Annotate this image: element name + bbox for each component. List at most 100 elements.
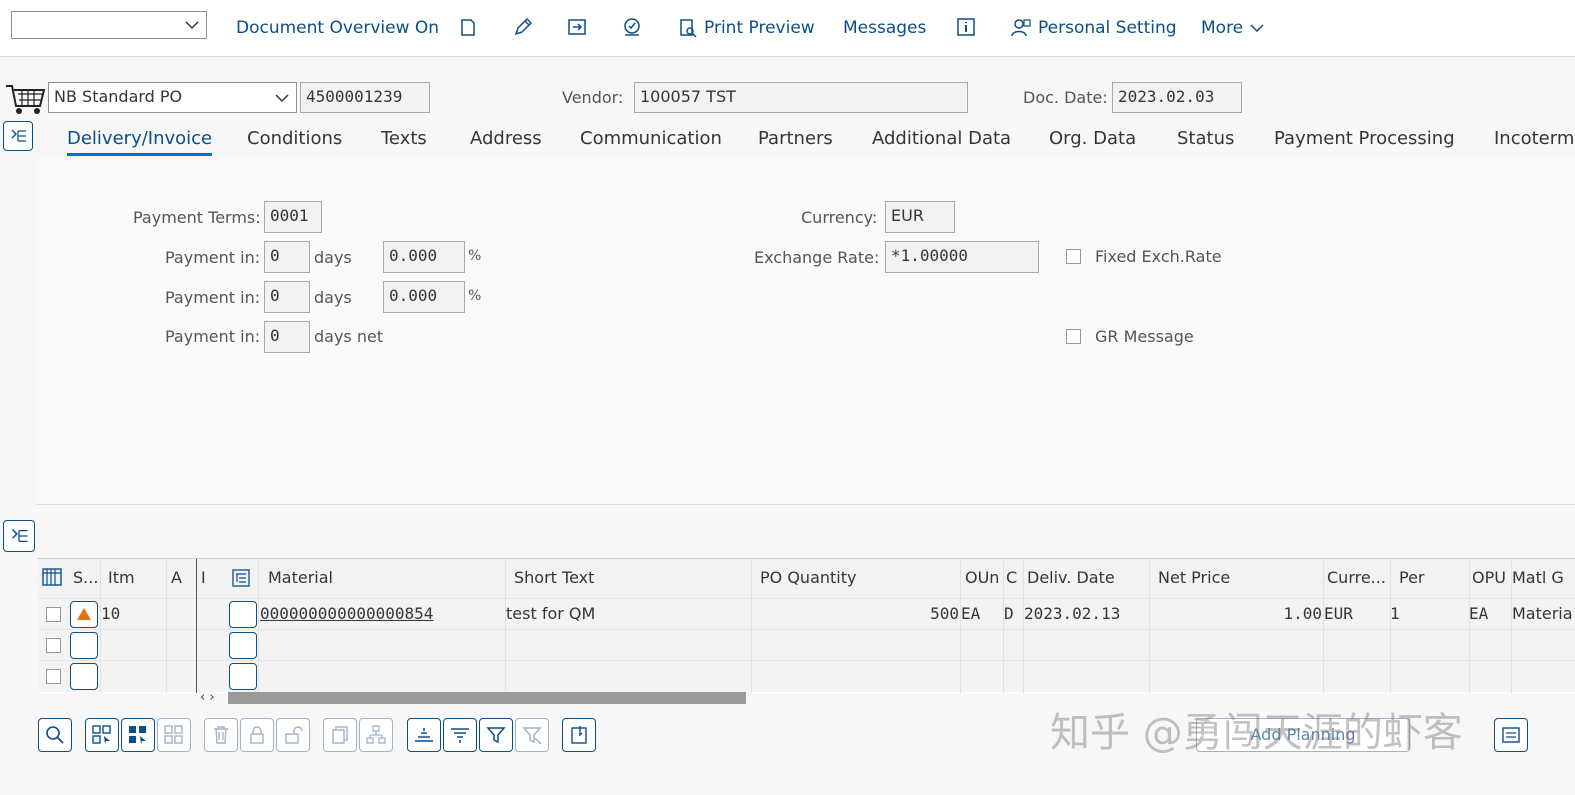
tree-icon[interactable] bbox=[232, 569, 250, 587]
row-select-checkbox[interactable] bbox=[46, 669, 61, 684]
cell-material[interactable]: 000000000000000854 bbox=[260, 599, 510, 629]
tab-status[interactable]: Status bbox=[1177, 128, 1234, 149]
new-document-icon[interactable] bbox=[457, 16, 479, 38]
cell-per[interactable]: 1 bbox=[1390, 599, 1450, 629]
doc-date-field[interactable]: 2023.02.03 bbox=[1112, 82, 1242, 113]
cell-item-category[interactable] bbox=[201, 599, 221, 629]
cell-po-quantity[interactable]: 500 bbox=[752, 599, 959, 629]
check-icon[interactable] bbox=[621, 16, 643, 38]
row-status-button[interactable] bbox=[70, 601, 98, 628]
tab-delivery-invoice[interactable]: Delivery/Invoice bbox=[67, 128, 213, 156]
col-currency[interactable]: Curre... bbox=[1327, 559, 1387, 597]
col-account[interactable]: A bbox=[171, 559, 191, 597]
tab-communication[interactable]: Communication bbox=[580, 128, 722, 149]
cell-item[interactable]: 10 bbox=[101, 599, 161, 629]
row-detail-button[interactable] bbox=[229, 601, 257, 628]
select-block-button[interactable] bbox=[85, 718, 119, 752]
col-per[interactable]: Per bbox=[1399, 559, 1459, 597]
cell-opu[interactable]: EA bbox=[1469, 599, 1509, 629]
transaction-dropdown[interactable] bbox=[11, 11, 207, 39]
col-deliv-date[interactable]: Deliv. Date bbox=[1027, 559, 1147, 597]
col-status[interactable]: S... bbox=[73, 559, 101, 597]
other-document-icon[interactable] bbox=[566, 16, 588, 38]
col-short-text[interactable]: Short Text bbox=[514, 559, 754, 597]
select-all-button[interactable] bbox=[121, 718, 155, 752]
tab-incoterm[interactable]: Incoterm bbox=[1494, 128, 1574, 149]
column-divider bbox=[1323, 559, 1324, 693]
lock-button[interactable] bbox=[240, 718, 274, 752]
col-material[interactable]: Material bbox=[268, 559, 508, 597]
select-block-icon bbox=[92, 725, 111, 744]
header-collapse-button[interactable] bbox=[3, 121, 33, 151]
cell-order-unit[interactable]: EA bbox=[961, 599, 1001, 629]
person-settings-icon bbox=[1011, 19, 1031, 37]
col-opu[interactable]: OPU bbox=[1472, 559, 1512, 597]
cell-date-category[interactable]: D bbox=[1004, 599, 1022, 629]
remove-filter-button[interactable] bbox=[515, 718, 549, 752]
scroll-arrows[interactable]: ‹ › bbox=[200, 690, 215, 705]
fixed-column-divider bbox=[196, 559, 197, 693]
sort-ascending-button[interactable] bbox=[407, 718, 441, 752]
edit-pencil-icon[interactable] bbox=[512, 16, 534, 38]
tab-payment-processing[interactable]: Payment Processing bbox=[1274, 128, 1455, 149]
messages-button[interactable]: Messages bbox=[843, 14, 926, 42]
col-item[interactable]: Itm bbox=[108, 559, 168, 597]
more-menu-button[interactable]: More bbox=[1201, 14, 1265, 42]
column-settings-icon[interactable] bbox=[42, 567, 62, 587]
info-icon[interactable] bbox=[955, 16, 977, 38]
vendor-field[interactable]: 100057 TST bbox=[634, 82, 968, 113]
deselect-all-button[interactable] bbox=[157, 718, 191, 752]
settings-button[interactable] bbox=[1494, 718, 1528, 752]
currency-field[interactable]: EUR bbox=[885, 201, 955, 233]
row-status-button[interactable] bbox=[70, 632, 98, 659]
sort-descending-button[interactable] bbox=[443, 718, 477, 752]
tab-partners[interactable]: Partners bbox=[758, 128, 833, 149]
discount-pct-field-1[interactable]: 0.000 bbox=[383, 241, 465, 273]
column-divider bbox=[751, 559, 752, 693]
tab-address[interactable]: Address bbox=[470, 128, 542, 149]
tab-texts[interactable]: Texts bbox=[381, 128, 427, 149]
payment-days-field-2[interactable]: 0 bbox=[264, 281, 310, 313]
cell-short-text[interactable]: test for QM bbox=[506, 599, 746, 629]
po-type-dropdown[interactable]: NB Standard PO bbox=[48, 82, 297, 113]
col-po-quantity[interactable]: PO Quantity bbox=[760, 559, 960, 597]
tab-additional-data[interactable]: Additional Data bbox=[872, 128, 1011, 149]
row-detail-button[interactable] bbox=[229, 632, 257, 659]
col-order-unit[interactable]: OUn bbox=[965, 559, 1001, 597]
tab-org-data[interactable]: Org. Data bbox=[1049, 128, 1136, 149]
cell-currency[interactable]: EUR bbox=[1324, 599, 1384, 629]
filter-button[interactable] bbox=[479, 718, 513, 752]
item-overview-collapse-button[interactable] bbox=[3, 520, 35, 552]
col-net-price[interactable]: Net Price bbox=[1158, 559, 1323, 597]
row-select-checkbox[interactable] bbox=[46, 638, 61, 653]
col-matl-group[interactable]: Matl G bbox=[1512, 559, 1575, 597]
payment-days-field-1[interactable]: 0 bbox=[264, 241, 310, 273]
row-status-button[interactable] bbox=[70, 663, 98, 690]
payment-days-net-field[interactable]: 0 bbox=[264, 321, 310, 353]
print-preview-button[interactable]: Print Preview bbox=[678, 14, 815, 42]
unlock-button[interactable] bbox=[276, 718, 310, 752]
structure-button[interactable] bbox=[359, 718, 393, 752]
col-date-category[interactable]: C bbox=[1006, 559, 1024, 597]
details-button[interactable] bbox=[38, 718, 72, 752]
personal-setting-button[interactable]: Personal Setting bbox=[1010, 14, 1177, 42]
cell-net-price[interactable]: 1.00 bbox=[1151, 599, 1322, 629]
cell-matl-group[interactable]: Materia bbox=[1512, 599, 1575, 629]
row-detail-button[interactable] bbox=[229, 663, 257, 690]
gr-message-checkbox[interactable] bbox=[1066, 329, 1081, 344]
exchange-rate-field[interactable]: *1.00000 bbox=[885, 241, 1039, 273]
cell-account[interactable] bbox=[171, 599, 191, 629]
delete-button[interactable] bbox=[204, 718, 238, 752]
col-item-category[interactable]: I bbox=[201, 559, 221, 597]
fixed-exch-rate-checkbox[interactable] bbox=[1066, 249, 1081, 264]
discount-pct-field-2[interactable]: 0.000 bbox=[383, 281, 465, 313]
document-overview-button[interactable]: Document Overview On bbox=[236, 14, 439, 42]
horizontal-scrollbar[interactable] bbox=[228, 692, 746, 704]
document-upload-button[interactable] bbox=[562, 718, 596, 752]
row-select-checkbox[interactable] bbox=[46, 607, 61, 622]
tab-conditions[interactable]: Conditions bbox=[247, 128, 342, 149]
payment-terms-field[interactable]: 0001 bbox=[264, 201, 322, 233]
copy-button[interactable] bbox=[323, 718, 357, 752]
po-number-field[interactable]: 4500001239 bbox=[300, 82, 430, 113]
cell-deliv-date[interactable]: 2023.02.13 bbox=[1024, 599, 1154, 629]
